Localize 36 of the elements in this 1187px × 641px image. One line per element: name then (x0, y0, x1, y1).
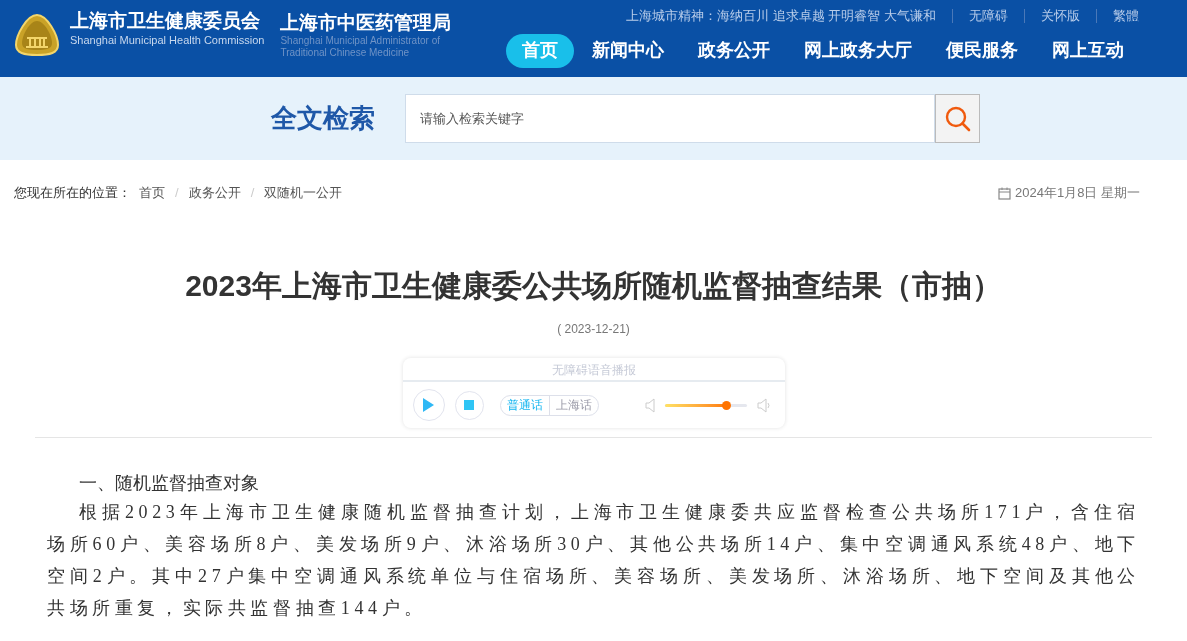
breadcrumb-link[interactable]: 双随机一公开 (264, 183, 343, 203)
breadcrumb-separator: / (175, 184, 179, 203)
nav-tab[interactable]: 网上政务大厅 (788, 33, 928, 68)
article-date: ( 2023-12-21) (557, 321, 630, 338)
search-field[interactable]: 请输入检索关键字 (405, 94, 935, 143)
top-link[interactable]: 关怀版 (1041, 6, 1080, 26)
emblem-logo (14, 12, 60, 57)
nav-tab[interactable]: 便民服务 (930, 33, 1034, 68)
stop-icon (464, 400, 474, 410)
search-icon (944, 105, 971, 132)
site-subtitle: Shanghai Municipal Administrator of Traditional Chinese Medicine (280, 34, 441, 59)
breadcrumb-label: 您现在所在的位置： (14, 184, 131, 203)
calendar-icon (998, 186, 1011, 200)
site-subtitle: Shanghai Municipal Health Commission (70, 32, 265, 47)
top-link[interactable]: 繁體 (1113, 6, 1139, 26)
play-icon (423, 398, 434, 412)
breadcrumb-link[interactable]: 政务公开 (188, 183, 241, 203)
nav-tab[interactable]: 网上互动 (1036, 33, 1140, 68)
article-paragraph: 根据2023年上海市卫生健康随机监督抽查计划，上海市卫生健康委共应监督检查公共场所171户，含住宿场所60户、美容场所8户、美发场所9户、沐浴场所30户、其他公共场所14户、集中空调通风系统48户、地下空间2户。其中27户集中空调通风系统单位与住宿场所、美容场所、美发场所、沐浴场所、地下空间及其他公共场所重复，实际共监督抽查144户。 (47, 501, 1140, 620)
volume-slider[interactable] (664, 403, 747, 407)
volume-thumb[interactable] (722, 400, 732, 410)
site-title: 上海市卫生健康委员会 (70, 8, 261, 33)
volume-high-icon (756, 397, 772, 413)
search-label: 全文检索 (271, 102, 375, 135)
volume-low-icon (644, 397, 655, 413)
nav-tab[interactable]: 政务公开 (682, 33, 786, 68)
city-motto: 上海城市精神：海纳百川 追求卓越 开明睿智 大气谦和 (626, 7, 936, 25)
article-title: 2023年上海市卫生健康委公共场所随机监督抽查结果（市抽） (185, 268, 1002, 304)
site-title: 上海市中医药管理局 (280, 10, 452, 35)
search-button[interactable] (935, 94, 980, 143)
breadcrumb-link[interactable]: 首页 (139, 183, 165, 203)
nav-tab[interactable]: 新闻中心 (576, 33, 680, 68)
current-date: 2024年1月8日 星期一 (1015, 184, 1140, 203)
top-link[interactable]: 无障碍 (969, 6, 1008, 26)
breadcrumb-separator: / (250, 184, 255, 203)
section-heading: 一、随机监督抽查对象 (78, 472, 260, 495)
